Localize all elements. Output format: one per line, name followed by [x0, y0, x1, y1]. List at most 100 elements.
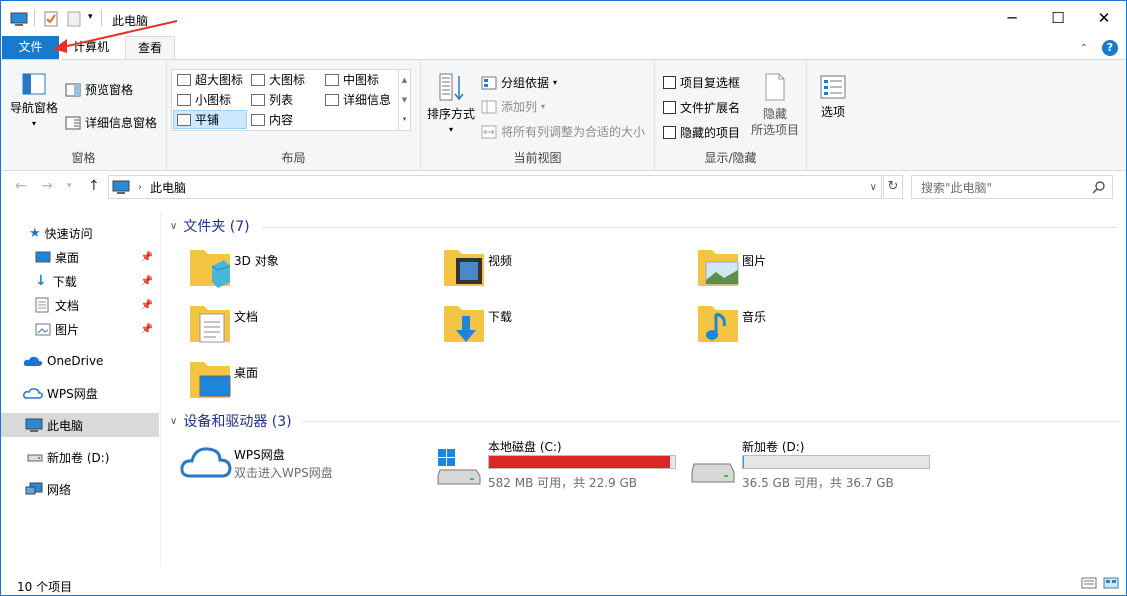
pin-icon[interactable]: 📌	[141, 300, 153, 311]
pin-icon[interactable]: 📌	[141, 276, 153, 287]
close-button[interactable]: ✕	[1081, 1, 1127, 35]
folder-name: 桌面	[234, 366, 259, 380]
pin-icon[interactable]: 📌	[141, 324, 153, 335]
nav-new-volume[interactable]: 新加卷 (D:)	[1, 445, 159, 469]
hidden-items-toggle[interactable]: 隐藏的项目	[663, 124, 740, 141]
layout-gallery-scroll[interactable]: ▲ ▼ ▾	[398, 70, 410, 130]
device-drive-c[interactable]: 本地磁盘 (C:) 582 MB 可用，共 22.9 GB	[436, 438, 686, 490]
extra-large-icons-icon	[177, 73, 191, 86]
layout-medium-icons[interactable]: 中图标	[322, 70, 382, 89]
large-icons-icon	[251, 73, 265, 86]
folder-videos[interactable]: 视频	[440, 242, 690, 294]
tab-view[interactable]: 查看	[125, 36, 176, 60]
properties-icon[interactable]	[44, 11, 58, 27]
group-by-label: 分组依据	[501, 76, 550, 90]
refresh-button[interactable]: ↻	[883, 175, 903, 199]
folder-documents[interactable]: 文档	[186, 298, 436, 350]
nav-documents[interactable]: 文档 📌	[1, 293, 159, 317]
collapse-chevron-icon[interactable]: ∨	[170, 416, 177, 427]
nav-downloads[interactable]: ↓ 下载 📌	[1, 269, 159, 293]
back-arrow-icon[interactable]: ←	[15, 178, 27, 194]
device-subtitle: 双击进入WPS网盘	[234, 466, 333, 480]
group-by-button[interactable]: 分组依据 ▾	[481, 74, 557, 91]
fit-columns-button[interactable]: 将所有列调整为合适的大小	[481, 123, 645, 140]
recent-locations-icon[interactable]: ▾	[67, 181, 72, 191]
collapse-chevron-icon[interactable]: ∨	[170, 221, 177, 232]
hidden-items-checkbox[interactable]	[663, 126, 676, 139]
forward-arrow-icon[interactable]: →	[41, 178, 53, 194]
nav-network[interactable]: 网络	[1, 477, 159, 501]
nav-wps[interactable]: WPS网盘	[1, 381, 159, 405]
folders-section-header[interactable]: ∨ 文件夹 (7)	[170, 216, 250, 236]
layout-small-icons[interactable]: 小图标	[174, 90, 234, 109]
layout-large-icons[interactable]: 大图标	[248, 70, 308, 89]
nav-onedrive[interactable]: OneDrive	[1, 349, 159, 373]
device-drive-d[interactable]: 新加卷 (D:) 36.5 GB 可用，共 36.7 GB	[690, 438, 940, 490]
item-checkboxes-toggle[interactable]: 项目复选框	[663, 74, 740, 91]
customize-qat-icon[interactable]: ▾	[88, 12, 93, 22]
folder-name: 下载	[488, 310, 513, 324]
ribbon-view: 导航窗格 ▾ 预览窗格 详细信息窗格 窗格 布局 超大图标 大图标 中图标 小图…	[1, 59, 1126, 171]
address-dropdown-icon[interactable]: ∨	[870, 182, 877, 193]
nav-this-pc[interactable]: 此电脑	[1, 413, 159, 437]
large-icons-view-icon[interactable]	[1103, 577, 1119, 589]
layout-item-label: 大图标	[269, 73, 306, 87]
hide-selected-label-1: 隐藏	[762, 107, 787, 121]
documents-folder-icon	[190, 306, 230, 343]
minimize-button[interactable]: ─	[989, 1, 1035, 35]
file-extensions-toggle[interactable]: 文件扩展名	[663, 99, 740, 116]
layout-extra-large-icons[interactable]: 超大图标	[174, 70, 246, 89]
drive-c-usage-bar	[488, 455, 676, 469]
item-checkboxes-label: 项目复选框	[680, 76, 741, 90]
address-bar[interactable]: › 此电脑 ∨	[108, 175, 882, 199]
file-extensions-checkbox[interactable]	[663, 101, 676, 114]
pin-icon[interactable]: 📌	[141, 252, 153, 263]
add-column-button[interactable]: 添加列 ▾	[481, 98, 545, 115]
sort-by-button[interactable]: 排序方式 ▾	[425, 72, 477, 138]
layout-tiles[interactable]: 平铺	[173, 110, 247, 129]
layout-list[interactable]: 列表	[248, 90, 296, 109]
nav-label: 图片	[55, 322, 80, 337]
search-box[interactable]: 搜索"此电脑"	[911, 175, 1113, 199]
help-icon[interactable]: ?	[1102, 40, 1118, 56]
folder-downloads[interactable]: 下载	[440, 298, 690, 350]
folder-music[interactable]: 音乐	[694, 298, 944, 350]
folder-3d-objects[interactable]: 3D 对象	[186, 242, 436, 294]
details-view-icon[interactable]	[1081, 577, 1097, 589]
tab-computer[interactable]: 计算机	[61, 36, 121, 60]
device-wps[interactable]: WPS网盘 双击进入WPS网盘	[180, 438, 430, 490]
device-name: 本地磁盘 (C:)	[488, 440, 562, 454]
nav-label: 桌面	[55, 250, 80, 265]
up-arrow-icon[interactable]: ↑	[88, 178, 100, 194]
layout-item-label: 小图标	[195, 93, 232, 107]
options-button[interactable]: 选项	[813, 74, 853, 120]
address-row: ← → ▾ ↑ › 此电脑 ∨ ↻ 搜索"此电脑"	[1, 172, 1126, 202]
nav-desktop[interactable]: 桌面 📌	[1, 245, 159, 269]
nav-pane-button[interactable]: 导航窗格 ▾	[7, 72, 61, 132]
tab-file[interactable]: 文件	[2, 36, 59, 60]
breadcrumb-this-pc[interactable]: 此电脑	[150, 179, 186, 196]
group-panes-label: 窗格	[71, 151, 96, 165]
details-pane-button[interactable]: 详细信息窗格	[65, 114, 157, 131]
nav-pictures[interactable]: 图片 📌	[1, 317, 159, 341]
folder-desktop[interactable]: 桌面	[186, 354, 436, 406]
drive-c-usage-fill	[489, 456, 671, 468]
layout-content[interactable]: 内容	[248, 110, 296, 129]
group-show-hide: 项目复选框 文件扩展名 隐藏的项目 隐藏 所选项目 显示/隐藏	[655, 60, 807, 171]
collapse-ribbon-icon[interactable]: ⌃	[1080, 43, 1088, 54]
folder-pictures[interactable]: 图片	[694, 242, 944, 294]
devices-section-header[interactable]: ∨ 设备和驱动器 (3)	[170, 411, 292, 431]
item-checkboxes-checkbox[interactable]	[663, 76, 676, 89]
device-subtitle: 582 MB 可用，共 22.9 GB	[488, 476, 637, 490]
hide-selected-button[interactable]: 隐藏 所选项目	[747, 72, 803, 138]
layout-details[interactable]: 详细信息	[322, 90, 394, 109]
new-folder-icon[interactable]	[67, 11, 81, 27]
preview-pane-button[interactable]: 预览窗格	[65, 81, 133, 98]
videos-folder-icon	[444, 250, 484, 286]
maximize-button[interactable]: ☐	[1035, 1, 1081, 35]
breadcrumb-chevron-icon[interactable]: ›	[138, 182, 142, 193]
search-icon[interactable]	[1092, 180, 1106, 194]
network-icon	[25, 482, 43, 495]
layout-item-label: 内容	[269, 113, 294, 127]
nav-quick-access[interactable]: ★ 快速访问	[1, 221, 159, 245]
